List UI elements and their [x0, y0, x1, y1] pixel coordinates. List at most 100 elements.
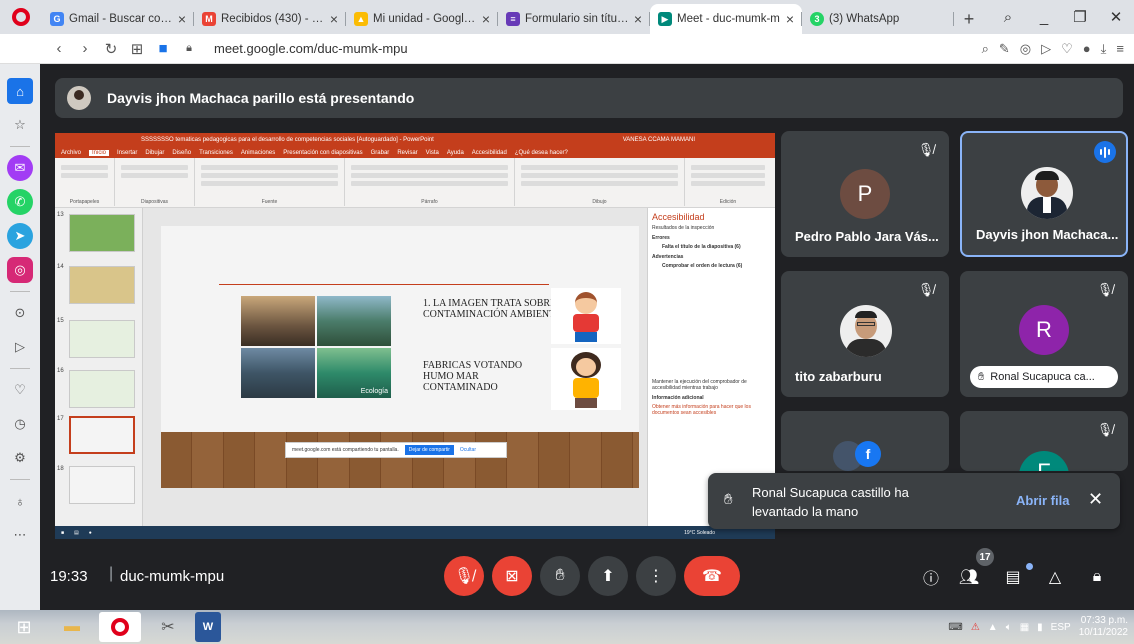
telegram-icon[interactable]: ➤: [7, 223, 33, 249]
search-page-icon[interactable]: ⌕: [982, 41, 989, 57]
forward-icon[interactable]: ›: [72, 40, 98, 57]
opera-taskbar-icon[interactable]: [99, 612, 141, 642]
ribbon-group-label: Portapapeles: [69, 199, 100, 205]
home-icon[interactable]: ⌂: [7, 78, 33, 104]
tab-inbox[interactable]: M Recibidos (430) - esfap ×: [194, 4, 346, 34]
slide-thumbnail: [69, 320, 135, 358]
chat-button[interactable]: ▤: [1000, 564, 1026, 590]
maximize-icon[interactable]: ❐: [1062, 8, 1098, 26]
tab-gmail[interactable]: G Gmail - Buscar con Goo ×: [42, 4, 194, 34]
participant-tile[interactable]: 🎙︎̸ R ✋︎ Ronal Sucapuca ca...: [960, 271, 1128, 397]
raise-hand-button[interactable]: ✋︎: [540, 556, 580, 596]
open-queue-button[interactable]: Abrir fila: [1016, 493, 1069, 508]
close-toast-icon[interactable]: ✕: [1088, 489, 1103, 510]
language-indicator[interactable]: ESP: [1051, 622, 1071, 633]
bookmarks-icon[interactable]: ☆: [7, 112, 33, 138]
inspection-results-label: Resultados de la inspección: [652, 225, 715, 231]
activities-button[interactable]: △: [1042, 564, 1068, 590]
snipping-tool-icon[interactable]: ✂: [147, 612, 189, 642]
camera-in-use-icon[interactable]: ■: [150, 40, 176, 57]
host-controls-button[interactable]: 🔒︎: [1084, 564, 1110, 590]
download-icon[interactable]: ⤓: [1101, 41, 1107, 57]
participant-tile[interactable]: 🎙︎̸ tito zabarburu: [781, 271, 949, 397]
profile-icon[interactable]: ●: [1083, 41, 1091, 57]
participant-tile[interactable]: 🎙︎̸ F: [960, 411, 1128, 471]
camera-off-button[interactable]: ⊠: [492, 556, 532, 596]
tab-drive[interactable]: ▲ Mi unidad - Google Driv ×: [346, 4, 498, 34]
search-tabs-icon[interactable]: ⌕: [990, 9, 1026, 26]
word-icon[interactable]: W: [195, 612, 221, 642]
menu-item: Transiciones: [199, 149, 233, 156]
mic-off-button[interactable]: 🎙︎̸: [444, 556, 484, 596]
system-tray: ⌨ ⚠ ▲ 🔈︎ ▦ ▮ ESP 07:33 p.m. 10/11/2022: [948, 615, 1134, 639]
lock-icon[interactable]: 🔒︎: [176, 42, 202, 55]
network-icon[interactable]: ▦: [1020, 622, 1029, 633]
start-windows-icon[interactable]: ⊞: [3, 612, 45, 642]
present-screen-icon: ⬆: [601, 568, 615, 585]
camera-icon[interactable]: ◎: [1020, 41, 1031, 57]
additional-info-label: Información adicional: [652, 395, 704, 401]
close-tab-icon[interactable]: ×: [786, 11, 794, 27]
tips-bulb-icon[interactable]: ♁: [7, 488, 33, 514]
tab-forms[interactable]: ≡ Formulario sin título - Fo ×: [498, 4, 650, 34]
close-tab-icon[interactable]: ×: [634, 11, 642, 27]
ecology-photo: Ecología: [317, 348, 391, 398]
tab-meet[interactable]: ▶ Meet - duc-mumk-m ×: [650, 4, 802, 34]
reload-icon[interactable]: ↻: [98, 40, 124, 58]
people-button[interactable]: 👥︎: [956, 564, 982, 590]
flow-icon[interactable]: ▷: [7, 334, 33, 360]
back-icon[interactable]: ‹: [46, 40, 72, 57]
menu-item: Insertar: [117, 149, 138, 156]
present-button[interactable]: ⬆: [588, 556, 628, 596]
chat-icon: ▤: [1005, 569, 1021, 586]
sidebar-divider: [10, 479, 30, 480]
keyboard-icon[interactable]: ⌨: [948, 622, 962, 633]
volume-icon[interactable]: 🔈︎: [1006, 622, 1012, 633]
close-window-icon[interactable]: ✕: [1098, 8, 1134, 26]
more-icon[interactable]: ⋯: [7, 522, 33, 548]
heart-icon[interactable]: ♡: [1061, 41, 1073, 57]
new-tab-button[interactable]: +: [954, 4, 984, 34]
menu-item: Archivo: [61, 149, 82, 156]
opera-logo-icon[interactable]: [0, 0, 42, 34]
close-tab-icon[interactable]: ×: [482, 11, 490, 27]
speed-dial-icon[interactable]: ⊞: [124, 40, 150, 58]
leave-call-button[interactable]: ☎︎: [684, 556, 740, 596]
minimize-icon[interactable]: _: [1026, 9, 1062, 26]
send-icon[interactable]: ▷: [1041, 41, 1051, 57]
avatar: F: [1019, 451, 1069, 471]
more-options-button[interactable]: ⋮: [636, 556, 676, 596]
menu-item: Grabar: [370, 149, 390, 156]
security-alert-icon[interactable]: ⚠: [971, 622, 980, 633]
snapshot-icon[interactable]: ✎: [999, 41, 1010, 57]
powerpoint-ribbon: Portapapeles Diapositivas Fuente Párrafo…: [55, 158, 775, 208]
messenger-icon[interactable]: ✉: [7, 155, 33, 181]
participant-name: tito zabarburu: [795, 369, 882, 384]
participant-tile[interactable]: f: [781, 411, 949, 471]
file-explorer-icon[interactable]: ▬: [51, 612, 93, 642]
menu-item: Presentación con diapositivas: [283, 149, 363, 156]
favorites-icon[interactable]: ♡: [7, 377, 33, 403]
slide-thumbnail: [69, 466, 135, 504]
history-icon[interactable]: ◷: [7, 411, 33, 437]
url-field[interactable]: meet.google.com/duc-mumk-mpu: [214, 41, 408, 56]
system-clock[interactable]: 07:33 p.m. 10/11/2022: [1079, 615, 1128, 639]
meeting-details-button[interactable]: ⓘ: [918, 564, 944, 590]
hide-notice-button[interactable]: Ocultar: [460, 447, 476, 453]
participant-tile-speaking[interactable]: Dayvis jhon Machaca...: [960, 131, 1128, 257]
battery-icon[interactable]: ▮: [1037, 622, 1043, 633]
easy-setup-icon[interactable]: ≡: [1116, 41, 1124, 57]
ribbon-group: Diapositivas: [115, 158, 195, 206]
weather-text: 19°C Soleado: [684, 529, 715, 536]
powerpoint-menu: Archivo Inicio Insertar Dibujar Diseño T…: [55, 147, 775, 158]
tray-expand-icon[interactable]: ▲: [988, 622, 998, 633]
tab-whatsapp[interactable]: 3 (3) WhatsApp: [802, 4, 954, 34]
settings-gear-icon[interactable]: ⚙: [7, 445, 33, 471]
player-icon[interactable]: ⊙: [7, 300, 33, 326]
participant-tile[interactable]: 🎙︎̸ P Pedro Pablo Jara Vás...: [781, 131, 949, 257]
stop-sharing-button[interactable]: Dejar de compartir: [404, 445, 454, 455]
instagram-icon[interactable]: ◎: [7, 257, 33, 283]
close-tab-icon[interactable]: ×: [178, 11, 186, 27]
close-tab-icon[interactable]: ×: [330, 11, 338, 27]
whatsapp-icon[interactable]: ✆: [7, 189, 33, 215]
